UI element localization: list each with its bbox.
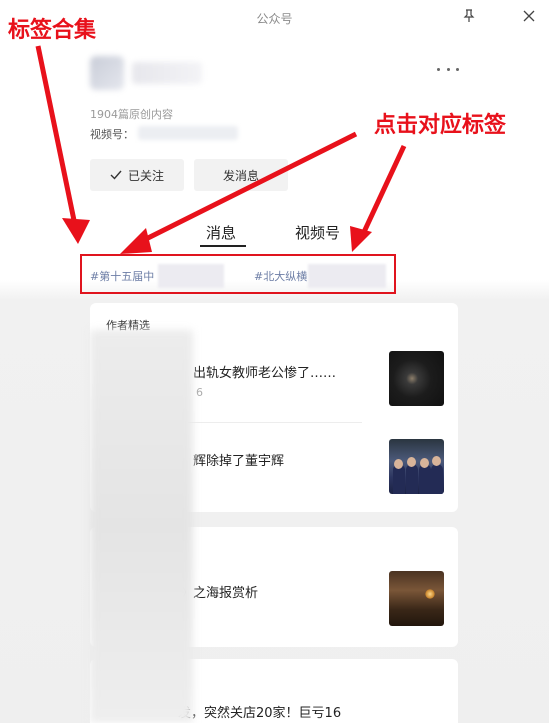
- official-account-page: 公众号 1904篇原创内容 视频号： 已关注 发消息 消息 视频号 #第十五届中…: [0, 0, 549, 723]
- close-icon[interactable]: [519, 6, 539, 26]
- send-message-label: 发消息: [222, 168, 259, 183]
- arrow-to-tags: [35, 45, 79, 231]
- article-thumbnail[interactable]: [389, 351, 444, 406]
- arrowhead: [120, 228, 152, 254]
- account-avatar[interactable]: [90, 56, 124, 90]
- video-id-label: 视频号：: [90, 128, 134, 141]
- account-name-redacted: [132, 62, 202, 84]
- video-id-redacted: [138, 126, 238, 140]
- article-meta: 6: [196, 386, 203, 399]
- arrowhead: [350, 226, 372, 252]
- send-message-button[interactable]: 发消息: [194, 159, 288, 191]
- redacted-strip: [90, 330, 193, 723]
- annotation-tag-collection: 标签合集: [8, 18, 97, 43]
- article-title[interactable]: 辉除掉了董宇辉: [193, 450, 284, 469]
- pin-icon[interactable]: [459, 6, 479, 26]
- article-title[interactable]: 发，突然关店20家！巨亏16: [178, 702, 341, 721]
- active-tab-indicator: [200, 245, 246, 247]
- follow-button-label: 已关注: [127, 168, 164, 183]
- follow-button[interactable]: 已关注: [90, 159, 184, 191]
- more-options-icon[interactable]: [437, 60, 459, 78]
- annotation-click-tag: 点击对应标签: [374, 113, 507, 138]
- tab-messages[interactable]: 消息: [206, 222, 236, 243]
- tab-video[interactable]: 视频号: [295, 222, 340, 243]
- arrowhead: [62, 218, 90, 244]
- arrow-to-tag-2: [361, 144, 407, 234]
- original-content-count: 1904篇原创内容: [90, 108, 173, 121]
- tags-highlight-box: [80, 254, 396, 294]
- article-title[interactable]: 出轨女教师老公惨了……: [193, 362, 336, 381]
- article-thumbnail[interactable]: [389, 571, 444, 626]
- check-icon: [110, 170, 122, 180]
- article-thumbnail[interactable]: [389, 439, 444, 494]
